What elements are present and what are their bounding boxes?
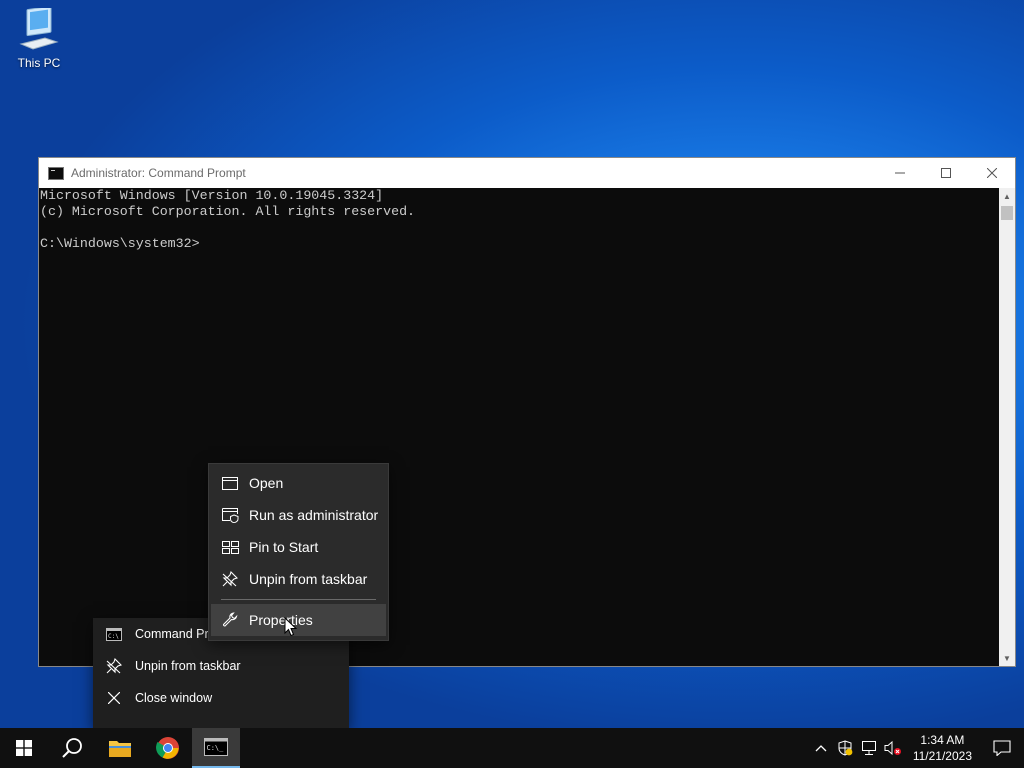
menu-item-run-as-administrator[interactable]: Run as administrator (211, 499, 386, 531)
menu-item-unpin-from-taskbar[interactable]: Unpin from taskbar (211, 563, 386, 595)
clock-date: 11/21/2023 (912, 749, 972, 763)
volume-tray-button[interactable] (881, 740, 905, 756)
maximize-button[interactable] (923, 158, 969, 188)
scroll-thumb[interactable] (1001, 206, 1013, 220)
shield-window-icon (221, 507, 238, 523)
cmd-icon (48, 166, 64, 180)
shield-warning-icon (838, 740, 853, 756)
svg-text:C:\_: C:\_ (207, 744, 225, 752)
this-pc-label: This PC (17, 56, 61, 70)
chevron-up-icon (815, 745, 827, 752)
wrench-icon (222, 612, 238, 627)
system-tray: 1:34 AM 11/21/2023 (809, 728, 1024, 768)
cmd-icon: C:\ (106, 627, 122, 641)
context-menu: Open Run as administrator Pin to Start U… (208, 463, 389, 641)
folder-icon (109, 741, 131, 757)
close-icon (987, 168, 997, 178)
action-center-button[interactable] (980, 740, 1024, 756)
taskbar-file-explorer[interactable] (96, 728, 144, 768)
chrome-icon (156, 737, 179, 759)
volume-muted-icon (884, 740, 901, 756)
close-button[interactable] (969, 158, 1015, 188)
clock-time: 1:34 AM (920, 733, 965, 747)
menu-item-open[interactable]: Open (211, 467, 386, 499)
menu-item-label: Properties (249, 612, 313, 628)
menu-item-label: Run as administrator (249, 507, 379, 523)
scroll-down-arrow-icon[interactable]: ▼ (999, 650, 1015, 666)
scroll-up-arrow-icon[interactable]: ▲ (999, 188, 1015, 204)
unpin-icon (222, 571, 238, 587)
search-button[interactable] (48, 728, 96, 768)
console-prompt: C:\Windows\system32> (40, 236, 200, 251)
window-icon (222, 476, 238, 490)
maximize-icon (941, 168, 951, 178)
taskbar-chrome[interactable] (144, 728, 192, 768)
security-tray-button[interactable] (833, 740, 857, 756)
pin-to-start-icon (221, 540, 239, 554)
taskbar: C:\_ 1:34 AM 11/21/2023 (0, 728, 1024, 768)
console-output[interactable]: Microsoft Windows [Version 10.0.19045.33… (39, 188, 999, 666)
unpin-icon (106, 658, 122, 674)
close-icon (108, 692, 120, 704)
show-hidden-icons-button[interactable] (809, 744, 833, 752)
cmd-icon: C:\_ (204, 738, 228, 756)
minimize-button[interactable] (877, 158, 923, 188)
console-line: (c) Microsoft Corporation. All rights re… (40, 204, 416, 219)
menu-item-properties[interactable]: Properties (211, 604, 386, 636)
search-icon (62, 738, 82, 758)
network-icon (861, 741, 876, 755)
taskbar-command-prompt[interactable]: C:\_ (192, 728, 240, 768)
computer-icon (19, 8, 59, 50)
vertical-scrollbar[interactable]: ▲ ▼ (999, 188, 1015, 666)
window-title: Administrator: Command Prompt (71, 166, 246, 180)
command-prompt-window[interactable]: Administrator: Command Prompt Microsoft … (38, 157, 1016, 667)
mouse-cursor-icon (284, 617, 298, 637)
jump-item-close-window[interactable]: Close window (93, 682, 349, 714)
desktop-icon-this-pc[interactable]: This PC (12, 8, 66, 70)
menu-item-label: Open (249, 475, 284, 491)
menu-item-pin-to-start[interactable]: Pin to Start (211, 531, 386, 563)
jump-item-unpin-from-taskbar[interactable]: Unpin from taskbar (93, 650, 349, 682)
network-tray-button[interactable] (857, 740, 881, 756)
console-line: Microsoft Windows [Version 10.0.19045.33… (40, 188, 384, 203)
jump-item-label: Unpin from taskbar (135, 659, 241, 673)
start-button[interactable] (0, 728, 48, 768)
svg-text:C:\: C:\ (108, 633, 119, 640)
clock[interactable]: 1:34 AM 11/21/2023 (905, 732, 980, 764)
menu-item-label: Unpin from taskbar (249, 571, 368, 587)
jump-item-label: Close window (135, 691, 213, 705)
windows-logo-icon (16, 740, 32, 756)
notification-icon (993, 740, 1011, 756)
menu-item-label: Pin to Start (249, 539, 319, 555)
menu-separator (221, 599, 376, 600)
title-bar[interactable]: Administrator: Command Prompt (39, 158, 1015, 188)
minimize-icon (895, 172, 905, 174)
